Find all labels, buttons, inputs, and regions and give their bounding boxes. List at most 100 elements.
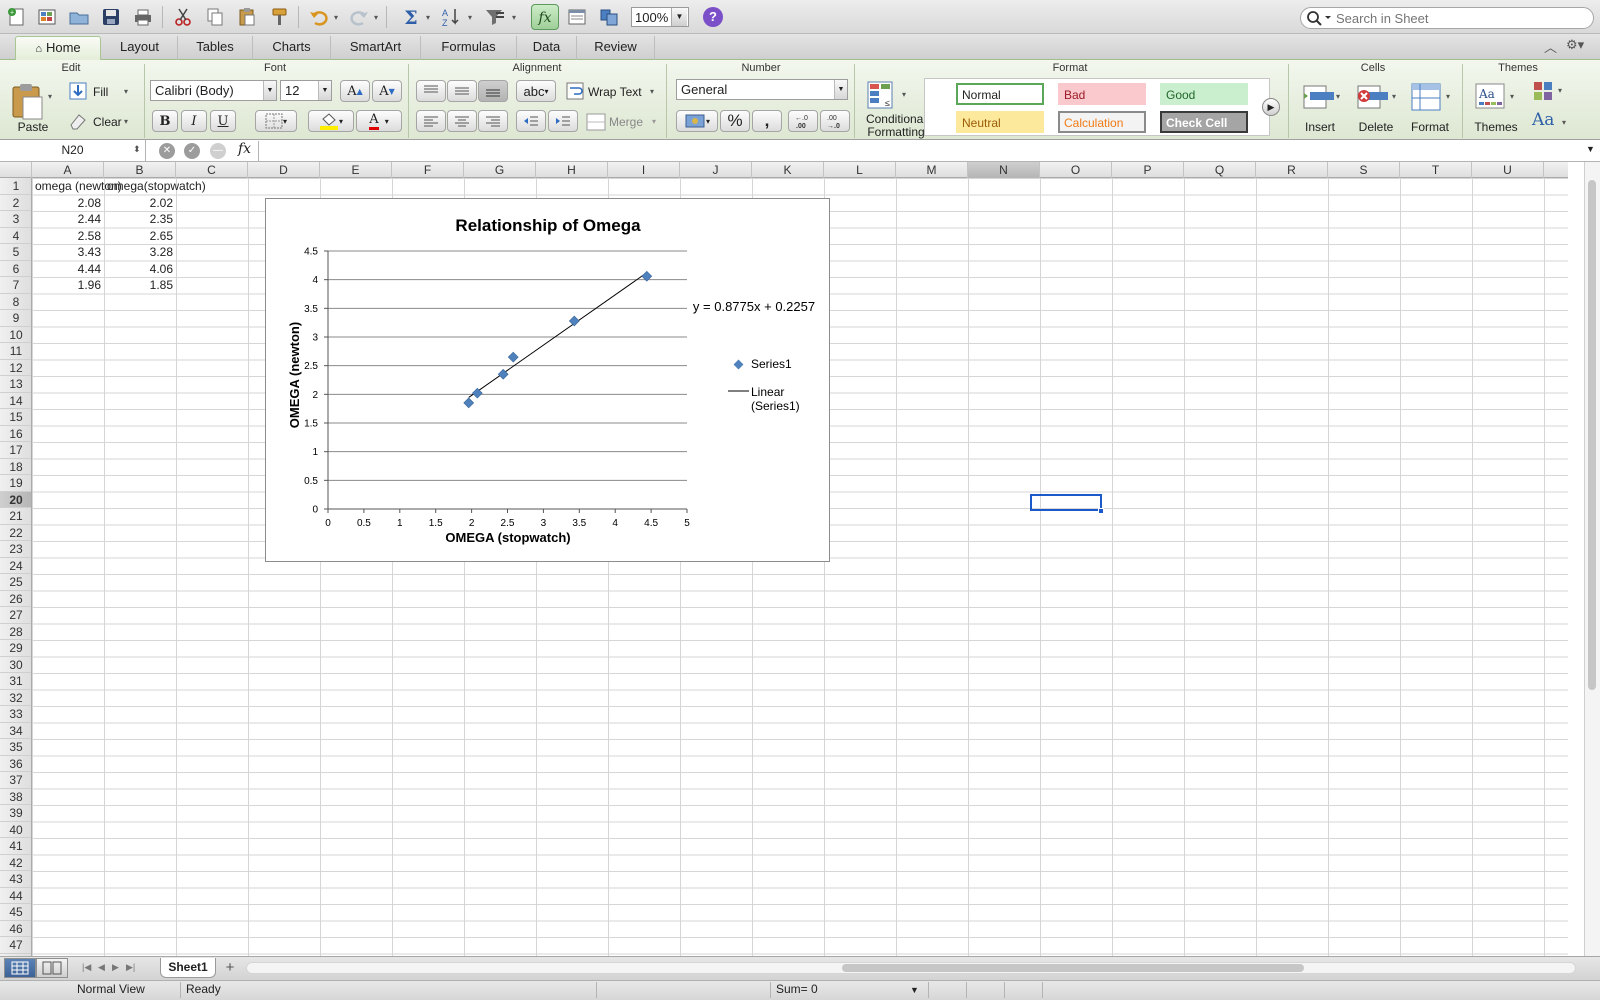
eraser-icon[interactable] bbox=[68, 111, 88, 131]
filter-dropdown-icon[interactable]: ▾ bbox=[512, 13, 516, 22]
row-header-5[interactable]: 5 bbox=[0, 244, 31, 261]
gallery-icon[interactable] bbox=[564, 5, 590, 29]
grow-font-button[interactable]: A ▲ bbox=[340, 80, 370, 102]
row-header-38[interactable]: 38 bbox=[0, 789, 31, 805]
paste-label[interactable]: Paste bbox=[8, 120, 58, 134]
column-header-n[interactable]: N bbox=[968, 162, 1040, 178]
row-header-11[interactable]: 11 bbox=[0, 343, 31, 360]
sort-icon[interactable]: AZ bbox=[438, 5, 464, 29]
column-header-g[interactable]: G bbox=[464, 162, 536, 178]
paste-dropdown-icon[interactable]: ▾ bbox=[48, 92, 52, 101]
column-header-f[interactable]: F bbox=[392, 162, 464, 178]
merge-icon[interactable] bbox=[586, 113, 606, 131]
undo-dropdown-icon[interactable]: ▾ bbox=[334, 13, 338, 22]
redo-icon[interactable] bbox=[346, 5, 372, 29]
tab-data[interactable]: Data bbox=[517, 36, 577, 60]
column-header-d[interactable]: D bbox=[248, 162, 320, 178]
row-header-44[interactable]: 44 bbox=[0, 888, 31, 904]
row-header-37[interactable]: 37 bbox=[0, 772, 31, 789]
row-header-33[interactable]: 33 bbox=[0, 706, 31, 723]
row-header-6[interactable]: 6 bbox=[0, 261, 31, 277]
delete-label[interactable]: Delete bbox=[1352, 120, 1400, 134]
row-header-19[interactable]: 19 bbox=[0, 475, 31, 492]
copy-icon[interactable] bbox=[202, 5, 228, 29]
row-header-28[interactable]: 28 bbox=[0, 624, 31, 640]
table-cell[interactable]: 1.96 bbox=[32, 277, 104, 294]
toolbox-icon[interactable] bbox=[596, 5, 622, 29]
number-format-select[interactable]: General ▼ bbox=[676, 79, 848, 100]
row-header-10[interactable]: 10 bbox=[0, 327, 31, 343]
font-size-select[interactable]: 12 ▼ bbox=[280, 80, 332, 101]
row-header-45[interactable]: 45 bbox=[0, 904, 31, 921]
underline-button[interactable]: U bbox=[210, 110, 236, 132]
wrap-text-icon[interactable] bbox=[566, 82, 584, 100]
accounting-format-button[interactable]: ▾ bbox=[676, 110, 718, 132]
zoom-dropdown-icon[interactable]: ▼ bbox=[671, 8, 687, 26]
column-header-i[interactable]: I bbox=[608, 162, 680, 178]
collapse-ribbon-icon[interactable]: ︿ bbox=[1544, 37, 1557, 56]
table-cell[interactable]: 2.44 bbox=[32, 211, 104, 228]
horizontal-scroll-thumb[interactable] bbox=[842, 964, 1304, 972]
fill-color-button[interactable]: ▾ bbox=[308, 110, 354, 132]
row-header-36[interactable]: 36 bbox=[0, 756, 31, 772]
comma-button[interactable]: , bbox=[752, 110, 782, 132]
increase-indent-button[interactable] bbox=[548, 110, 578, 132]
cell-style-normal[interactable]: Normal bbox=[956, 83, 1044, 105]
row-header-32[interactable]: 32 bbox=[0, 690, 31, 706]
row-header-40[interactable]: 40 bbox=[0, 822, 31, 838]
cancel-entry-icon[interactable]: ✕ bbox=[159, 143, 175, 159]
insert-label[interactable]: Insert bbox=[1296, 120, 1344, 134]
fill-down-icon[interactable] bbox=[68, 81, 88, 101]
column-header-o[interactable]: O bbox=[1040, 162, 1112, 178]
row-header-20[interactable]: 20 bbox=[0, 491, 31, 508]
row-header-7[interactable]: 7 bbox=[0, 277, 31, 294]
theme-colors-icon[interactable] bbox=[1532, 80, 1556, 102]
status-sum-dropdown-icon[interactable]: ▼ bbox=[910, 985, 919, 995]
font-color-button[interactable]: A ▾ bbox=[356, 110, 402, 132]
orientation-button[interactable]: abc ▾ bbox=[516, 80, 556, 102]
new-workbook-icon[interactable]: + bbox=[4, 5, 30, 29]
row-header-39[interactable]: 39 bbox=[0, 805, 31, 822]
redo-dropdown-icon[interactable]: ▾ bbox=[374, 13, 378, 22]
column-header-t[interactable]: T bbox=[1400, 162, 1472, 178]
tab-layout[interactable]: Layout bbox=[102, 36, 178, 60]
row-header-31[interactable]: 31 bbox=[0, 673, 31, 690]
autosum-icon[interactable]: Σ bbox=[398, 5, 424, 29]
cell-style-good[interactable]: Good bbox=[1160, 83, 1248, 105]
decrease-indent-button[interactable] bbox=[516, 110, 546, 132]
column-header-j[interactable]: J bbox=[680, 162, 752, 178]
row-header-23[interactable]: 23 bbox=[0, 541, 31, 558]
chart-relationship-of-omega[interactable]: Relationship of Omega OMEGA (newton) OME… bbox=[265, 198, 830, 562]
filter-icon[interactable] bbox=[482, 5, 508, 29]
fill-handle[interactable] bbox=[1098, 508, 1104, 514]
prev-sheet-icon[interactable]: ◀ bbox=[98, 962, 105, 973]
tab-formulas[interactable]: Formulas bbox=[421, 36, 517, 60]
align-bottom-button[interactable] bbox=[478, 80, 508, 102]
table-cell[interactable]: 2.35 bbox=[104, 211, 176, 228]
row-header-41[interactable]: 41 bbox=[0, 838, 31, 855]
table-cell[interactable]: 2.02 bbox=[104, 195, 176, 212]
row-header-18[interactable]: 18 bbox=[0, 459, 31, 475]
column-header-e[interactable]: E bbox=[320, 162, 392, 178]
autosum-dropdown-icon[interactable]: ▾ bbox=[426, 13, 430, 22]
column-header-p[interactable]: P bbox=[1112, 162, 1184, 178]
insert-function-icon[interactable]: — bbox=[210, 143, 226, 159]
formula-builder-icon[interactable]: fx bbox=[531, 4, 559, 30]
table-cell[interactable]: 3.43 bbox=[32, 244, 104, 261]
row-header-8[interactable]: 8 bbox=[0, 294, 31, 310]
align-middle-button[interactable] bbox=[447, 80, 477, 102]
format-dropdown-icon[interactable]: ▾ bbox=[1446, 92, 1450, 101]
column-header-k[interactable]: K bbox=[752, 162, 824, 178]
column-header-s[interactable]: S bbox=[1328, 162, 1400, 178]
clear-label[interactable]: Clear bbox=[93, 115, 122, 129]
theme-fonts-button[interactable]: Aa bbox=[1532, 110, 1554, 130]
column-header-c[interactable]: C bbox=[176, 162, 248, 178]
borders-button[interactable]: ▾ bbox=[255, 110, 297, 132]
percent-button[interactable]: % bbox=[720, 110, 750, 132]
name-box-stepper-icon[interactable]: ⬍ bbox=[133, 144, 141, 155]
name-box[interactable]: N20 bbox=[0, 140, 146, 162]
themes-icon[interactable]: Aa bbox=[1474, 82, 1508, 112]
tab-charts[interactable]: Charts bbox=[253, 36, 331, 60]
row-header-4[interactable]: 4 bbox=[0, 228, 31, 244]
cell-style-calculation[interactable]: Calculation bbox=[1058, 111, 1146, 133]
